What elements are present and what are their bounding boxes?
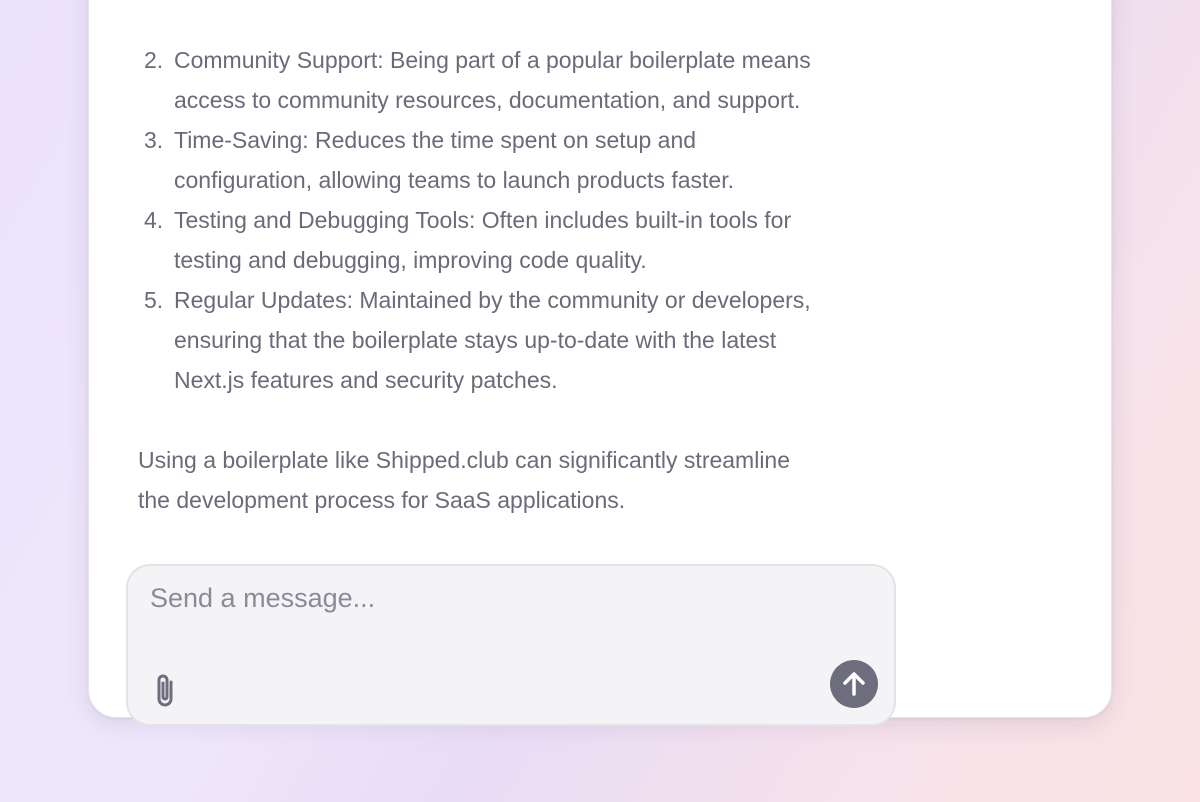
list-item-number: 2. bbox=[144, 47, 164, 73]
feature-list: 2. Community Support: Being part of a po… bbox=[138, 40, 898, 400]
summary-line: the development process for SaaS applica… bbox=[138, 487, 626, 513]
attach-button[interactable] bbox=[148, 670, 182, 710]
message-composer bbox=[126, 564, 896, 726]
arrow-up-icon bbox=[843, 672, 865, 696]
list-item-line: Regular Updates: Maintained by the commu… bbox=[174, 287, 811, 313]
summary-line: Using a boilerplate like Shipped.club ca… bbox=[138, 447, 791, 473]
list-item-line: configuration, allowing teams to launch … bbox=[174, 167, 734, 193]
list-item-line: Next.js features and security patches. bbox=[174, 367, 558, 393]
list-item-line: ensuring that the boilerplate stays up-t… bbox=[174, 327, 777, 353]
list-item: 2. Community Support: Being part of a po… bbox=[138, 40, 898, 120]
list-item-number: 5. bbox=[144, 287, 164, 313]
message-input[interactable] bbox=[150, 578, 770, 618]
paperclip-icon bbox=[157, 674, 173, 707]
list-item-line: Testing and Debugging Tools: Often inclu… bbox=[174, 207, 792, 233]
list-item: 3. Time-Saving: Reduces the time spent o… bbox=[138, 120, 898, 200]
list-item-line: Community Support: Being part of a popul… bbox=[174, 47, 811, 73]
list-item-number: 4. bbox=[144, 207, 164, 233]
list-item: 4. Testing and Debugging Tools: Often in… bbox=[138, 200, 898, 280]
list-item-number: 3. bbox=[144, 127, 164, 153]
summary-paragraph: Using a boilerplate like Shipped.club ca… bbox=[138, 440, 898, 520]
list-item: 5. Regular Updates: Maintained by the co… bbox=[138, 280, 898, 400]
app-background: 2. Community Support: Being part of a po… bbox=[0, 0, 1200, 802]
send-button[interactable] bbox=[830, 660, 878, 708]
list-item-line: Time-Saving: Reduces the time spent on s… bbox=[174, 127, 697, 153]
assistant-message: 2. Community Support: Being part of a po… bbox=[138, 40, 898, 520]
list-item-line: access to community resources, documenta… bbox=[174, 87, 801, 113]
list-item-line: testing and debugging, improving code qu… bbox=[174, 247, 647, 273]
